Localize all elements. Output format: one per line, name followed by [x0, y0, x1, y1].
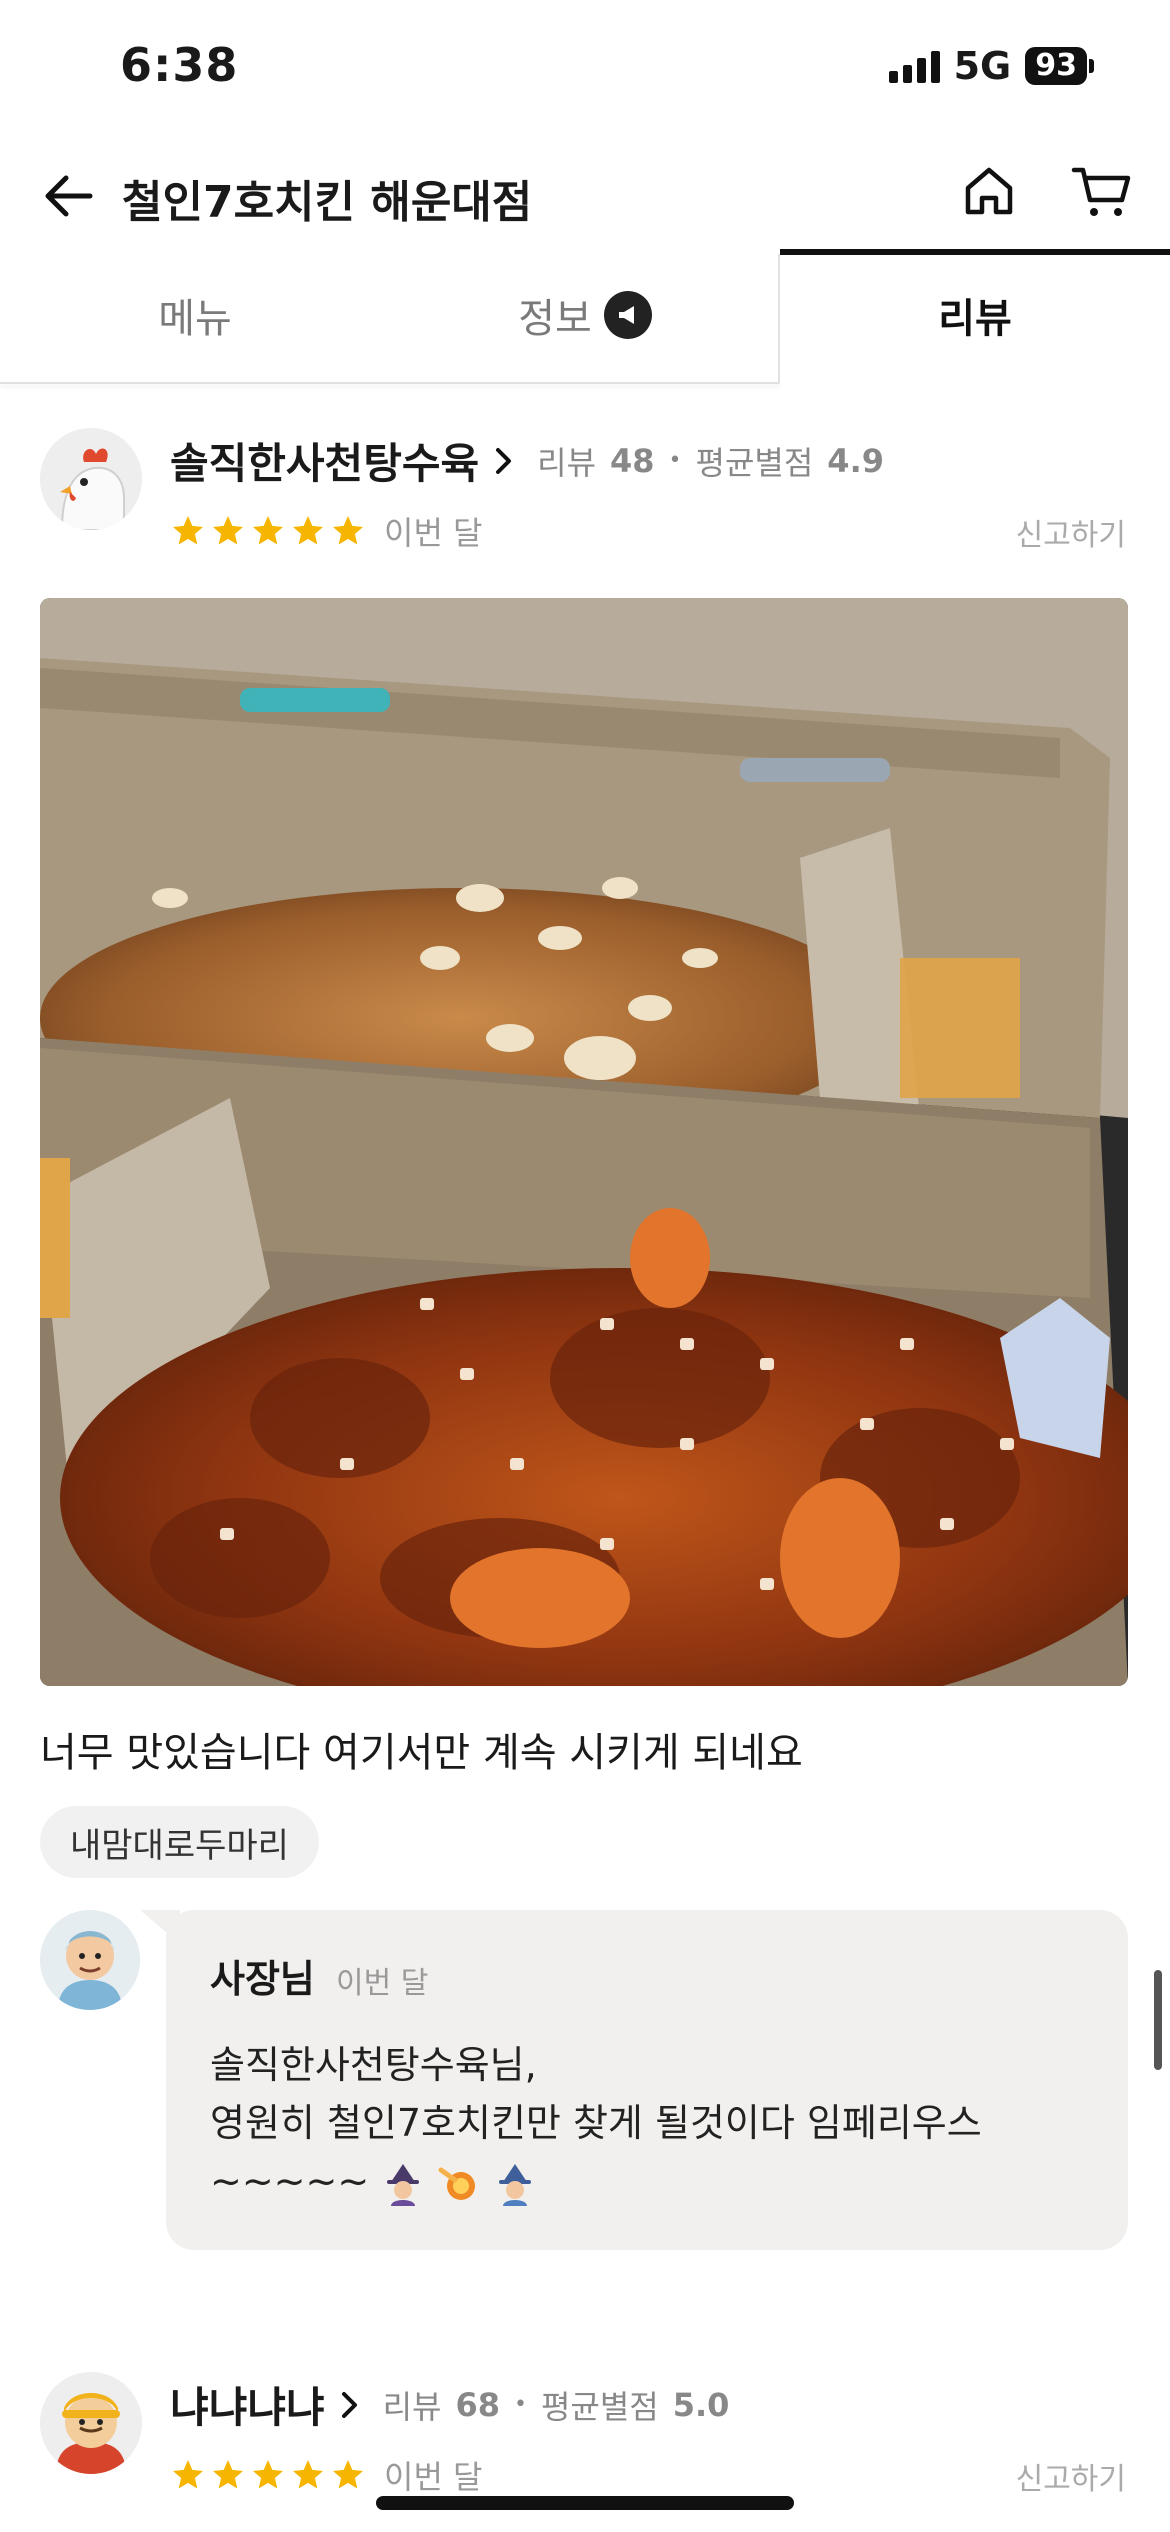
tab-bottom-border: [0, 382, 780, 384]
owner-avatar-icon: [40, 1910, 140, 2010]
star-icon: [173, 516, 203, 545]
review-count-label: 리뷰: [382, 2387, 442, 2426]
reviewer-name[interactable]: 솔직한사천탕수육: [170, 430, 479, 491]
menu-tag[interactable]: 내맘대로두마리: [40, 1806, 319, 1878]
fireball-emoji-icon: [438, 2167, 476, 2200]
reviewer-info: 냐냐냐냐 리뷰 68 • 평균별점 5.0: [170, 2374, 729, 2435]
character-avatar-icon: [40, 2372, 142, 2474]
report-button[interactable]: 신고하기: [1016, 510, 1126, 554]
reply-line-1: 솔직한사천탕수육님,: [210, 2043, 537, 2087]
tab-review[interactable]: 리뷰: [780, 250, 1170, 380]
reviewer-info: 솔직한사천탕수육 리뷰 48 • 평균별점 4.9: [170, 430, 884, 491]
home-icon[interactable]: [960, 162, 1018, 220]
review-date: 이번 달: [384, 2458, 483, 2496]
chevron-right-icon[interactable]: [493, 445, 515, 477]
tab-info[interactable]: 정보: [390, 250, 780, 380]
report-button[interactable]: 신고하기: [1016, 2454, 1126, 2498]
battery-icon: 93: [1025, 47, 1094, 85]
reply-line-2: 영원히 철인7호치킨만 찾게 될것이다 임페리우스: [210, 2101, 982, 2145]
review-count: 48: [610, 441, 655, 480]
avatar[interactable]: [40, 428, 142, 530]
chicken-avatar-icon: [40, 428, 142, 530]
megaphone-icon: [603, 291, 652, 339]
signal-icon: [888, 49, 940, 83]
star-rating: [170, 513, 366, 549]
star-icon: [333, 2460, 363, 2489]
reply-tilde: ~~~~~: [210, 2159, 370, 2203]
rating-row: 이번 달: [170, 2452, 483, 2498]
avatar[interactable]: [40, 2372, 142, 2474]
avg-rating: 4.9: [827, 441, 884, 480]
active-tab-indicator: [780, 249, 1170, 255]
star-icon: [173, 2460, 203, 2489]
tab-review-label: 리뷰: [938, 296, 1012, 342]
tab-bar: 메뉴 정보 리뷰: [0, 250, 1170, 384]
review-photo[interactable]: [40, 598, 1128, 1686]
star-icon: [333, 516, 363, 545]
chevron-right-icon[interactable]: [339, 2389, 361, 2421]
tab-info-label: 정보: [518, 296, 592, 342]
star-icon: [253, 516, 283, 545]
scrollbar[interactable]: [1154, 1970, 1162, 2070]
food-photo-image: [40, 598, 1128, 1686]
avg-rating-label: 평균별점: [695, 443, 814, 482]
star-icon: [213, 516, 243, 545]
network-label: 5G: [953, 44, 1012, 88]
review-count-label: 리뷰: [537, 443, 597, 482]
owner-avatar: [40, 1910, 140, 2010]
wizard-emoji-icon: [499, 2163, 532, 2206]
tab-menu-label: 메뉴: [158, 296, 232, 342]
review-count: 68: [455, 2385, 500, 2424]
avg-rating-label: 평균별점: [540, 2387, 659, 2426]
home-indicator[interactable]: [376, 2496, 794, 2510]
page-title: 철인7호치킨 해운대점: [122, 177, 533, 228]
reviewer-name[interactable]: 냐냐냐냐: [170, 2374, 325, 2435]
tab-divider: [778, 254, 780, 384]
witch-emoji-icon: [387, 2163, 420, 2206]
reply-date: 이번 달: [336, 1966, 429, 2001]
star-rating: [170, 2457, 366, 2493]
status-time: 6:38: [120, 38, 239, 92]
back-arrow-icon[interactable]: [40, 168, 96, 224]
review-date: 이번 달: [384, 514, 483, 552]
avg-rating: 5.0: [672, 2385, 730, 2424]
tab-menu[interactable]: 메뉴: [0, 250, 390, 380]
star-icon: [253, 2460, 283, 2489]
review-text: 너무 맛있습니다 여기서만 계속 시키게 되네요: [40, 1730, 803, 1776]
reply-line-3: ~~~~~: [210, 2152, 982, 2210]
cart-icon[interactable]: [1070, 162, 1134, 220]
status-icons: 5G 93: [888, 44, 1094, 88]
star-icon: [293, 516, 323, 545]
rating-row: 이번 달: [170, 508, 483, 554]
star-icon: [213, 2460, 243, 2489]
star-icon: [293, 2460, 323, 2489]
battery-level: 93: [1025, 47, 1087, 85]
reply-author: 사장님: [210, 1957, 315, 2001]
reply-text: 솔직한사천탕수육님, 영원히 철인7호치킨만 찾게 될것이다 임페리우스 ~~~…: [210, 2036, 982, 2210]
